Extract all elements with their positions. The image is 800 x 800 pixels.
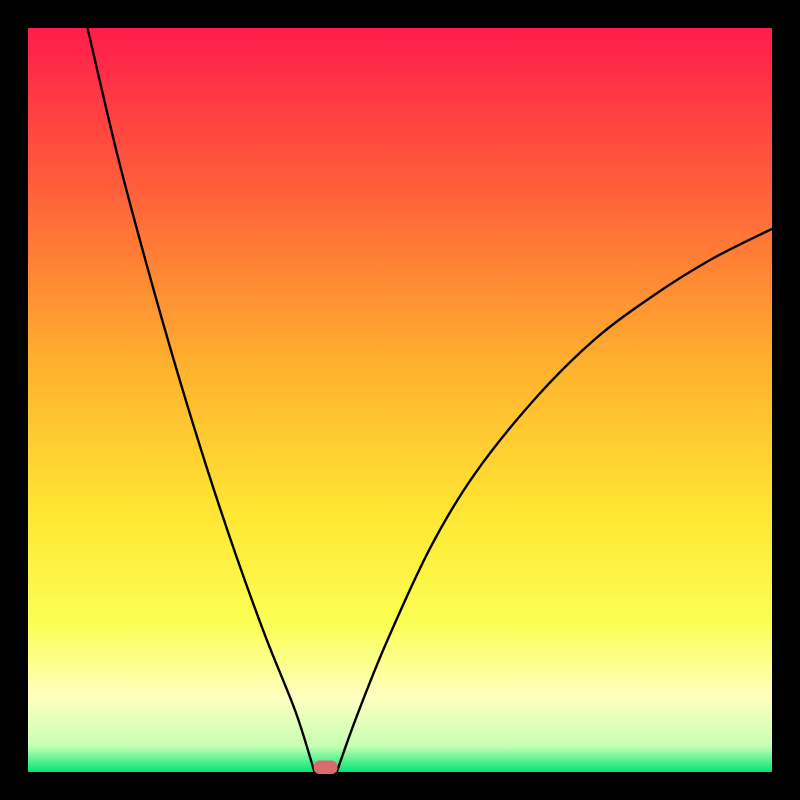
plot-area [28, 28, 772, 772]
bottleneck-marker [314, 761, 338, 774]
bottleneck-chart [0, 0, 800, 800]
chart-canvas: TheBottleneck.com [0, 0, 800, 800]
